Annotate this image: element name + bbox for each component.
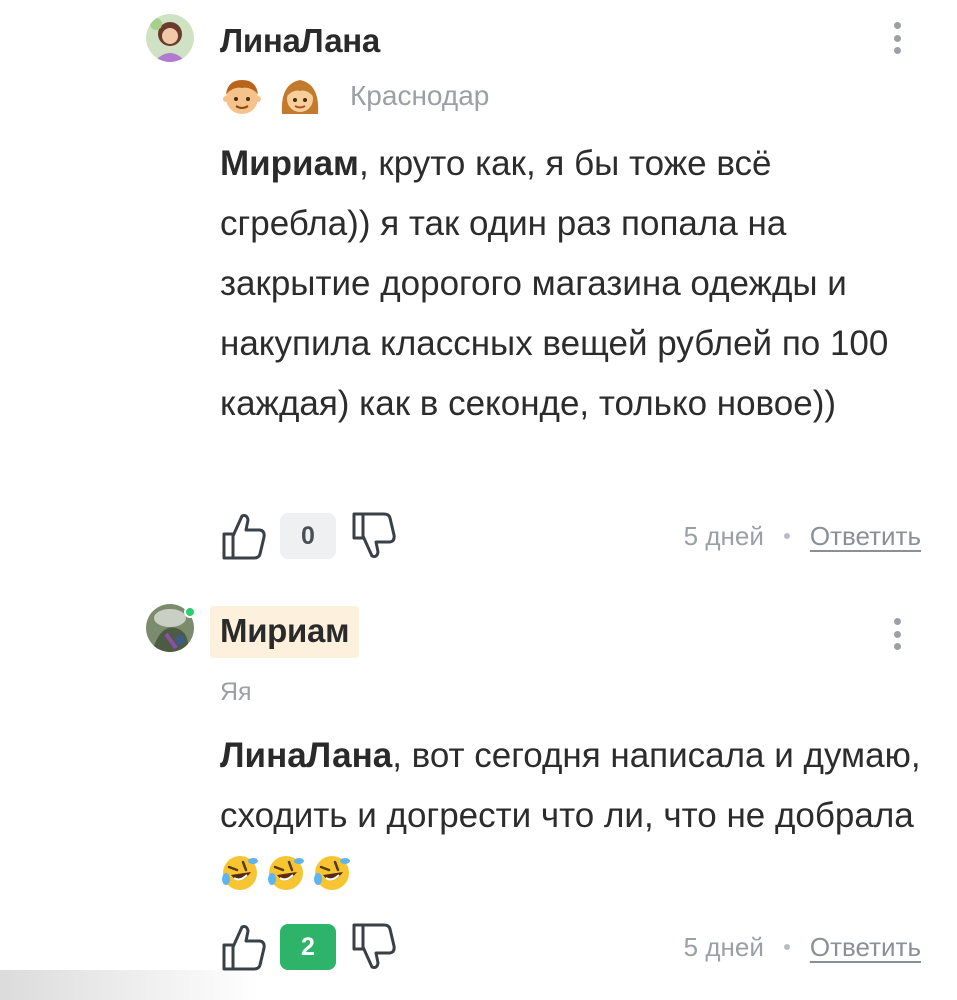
user-avatar[interactable] — [146, 14, 194, 62]
comment-author[interactable]: ЛинаЛана — [220, 22, 380, 60]
more-options-icon[interactable] — [890, 612, 904, 656]
comment-text: ЛинаЛана, вот сегодня написала и думаю, … — [220, 726, 930, 906]
reply-link[interactable]: Ответить — [810, 932, 921, 963]
rolling-laughing-icon — [222, 856, 258, 890]
user-location: Краснодар — [350, 80, 490, 111]
rolling-laughing-icon — [314, 856, 350, 890]
author-meta: Яя — [220, 678, 252, 707]
edge-shadow — [0, 970, 260, 1000]
author-badge: Яя — [220, 678, 252, 706]
online-status-dot — [184, 606, 196, 618]
comment-text: Мириам, круто как, я бы тоже всё сгребла… — [220, 134, 930, 434]
mention-link[interactable]: Мириам — [220, 144, 359, 183]
thumbs-down-icon[interactable] — [350, 510, 398, 562]
thumbs-up-icon[interactable] — [220, 510, 268, 562]
author-meta: Краснодар — [220, 74, 489, 118]
comment: Мириам Яя ЛинаЛана, вот сегодня написала… — [0, 596, 957, 1000]
rating-count: 0 — [280, 513, 336, 559]
comment: ЛинаЛана Краснодар Мириам, круто как, я … — [0, 0, 957, 570]
thumbs-down-icon[interactable] — [350, 921, 398, 973]
mention-link[interactable]: ЛинаЛана — [220, 736, 392, 775]
separator-dot — [783, 944, 790, 950]
comment-author[interactable]: Мириам — [210, 606, 360, 658]
rating-count: 2 — [280, 924, 336, 970]
boy-face-icon — [223, 80, 261, 114]
comment-time: 5 дней — [683, 931, 764, 962]
thumbs-up-icon[interactable] — [220, 921, 268, 973]
reply-link[interactable]: Ответить — [810, 521, 921, 552]
rolling-laughing-icon — [268, 856, 304, 890]
comment-time: 5 дней — [683, 520, 764, 551]
comment-actions: 0 5 дней Ответить — [220, 508, 921, 564]
girl-face-icon — [281, 80, 319, 114]
separator-dot — [783, 533, 790, 539]
more-options-icon[interactable] — [890, 16, 904, 60]
comment-actions: 2 5 дней Ответить — [220, 919, 921, 975]
comment-body: , круто как, я бы тоже всё сгребла)) я т… — [220, 144, 889, 423]
